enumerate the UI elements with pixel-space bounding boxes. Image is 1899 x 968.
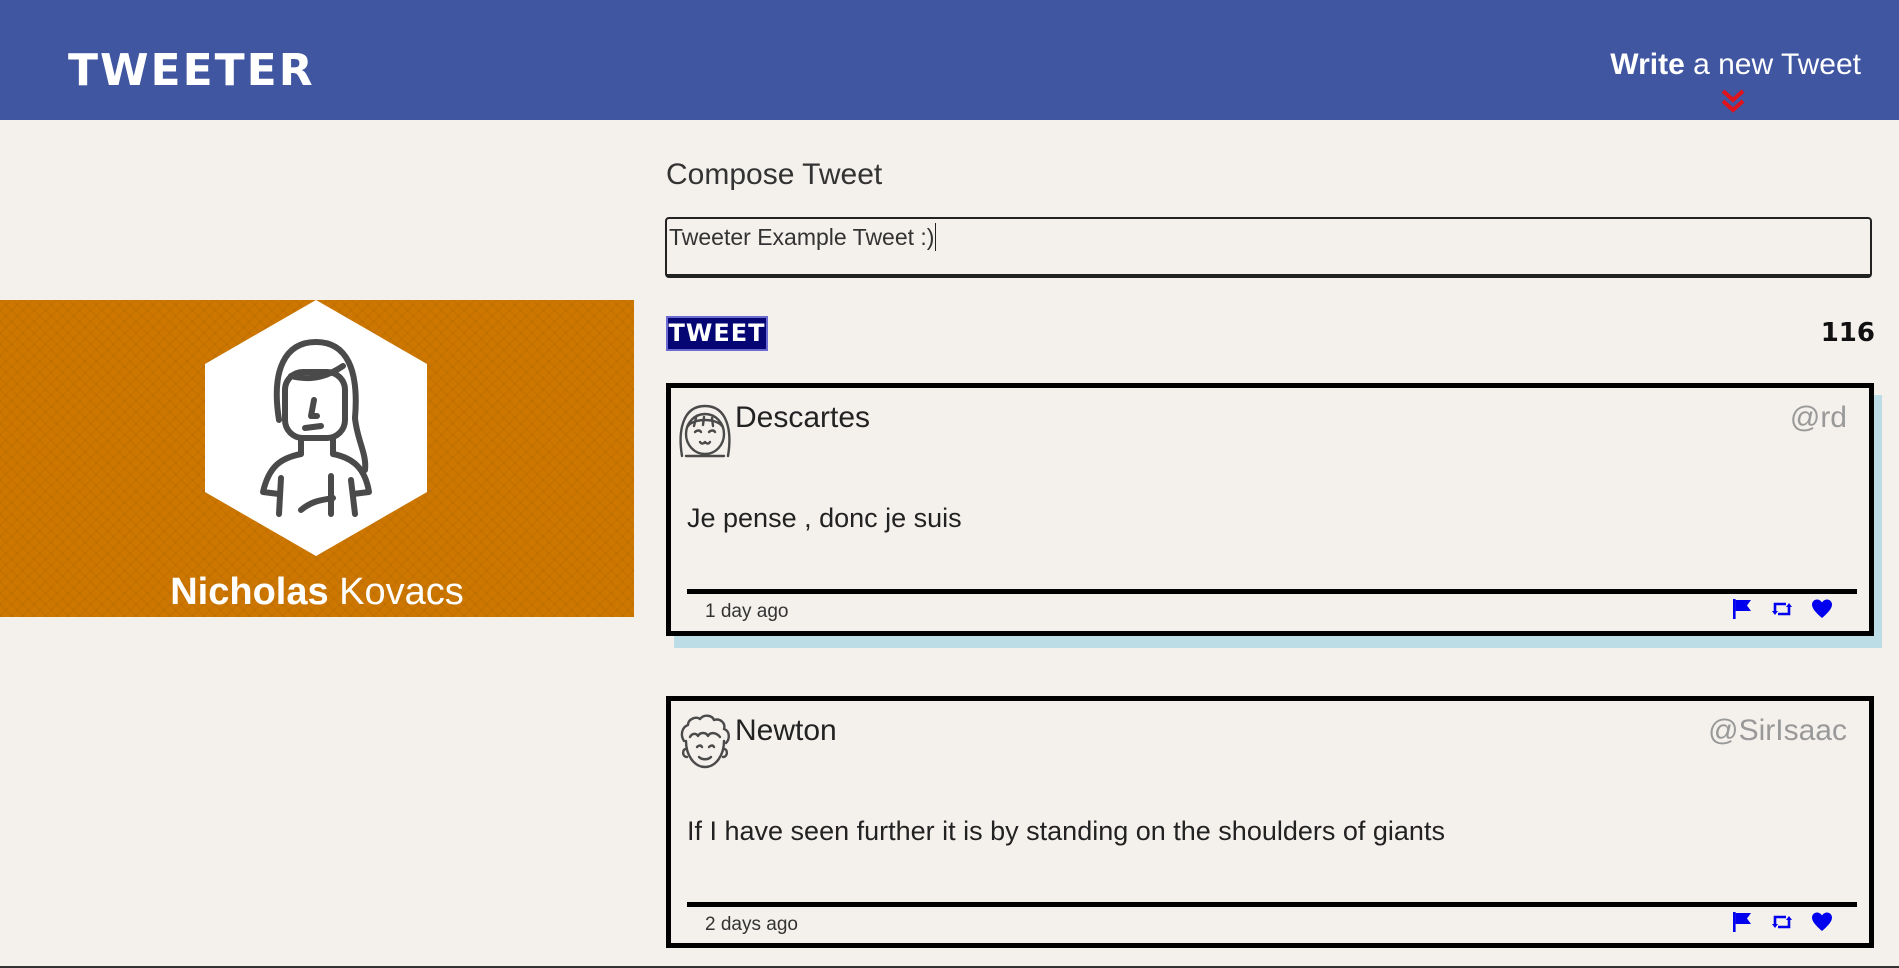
tweet-actions xyxy=(1731,596,1833,622)
tweet-card: Descartes @rd Je pense , donc je suis 1 … xyxy=(666,383,1874,636)
tweet-content: Je pense , donc je suis xyxy=(687,503,962,533)
tweet-author-name: Newton xyxy=(735,714,837,747)
tweet-content: If I have seen further it is by standing… xyxy=(687,816,1445,846)
write-link-rest: a new Tweet xyxy=(1684,48,1861,81)
double-chevron-down-icon[interactable] xyxy=(1719,88,1747,116)
profile-last-name: Kovacs xyxy=(328,571,464,613)
flag-icon[interactable] xyxy=(1731,911,1753,933)
girl-bangs-avatar-icon xyxy=(679,404,731,458)
tweet-actions xyxy=(1731,909,1833,935)
profile-avatar xyxy=(205,300,427,556)
brand-logo[interactable]: TWEETER xyxy=(68,46,315,96)
tweet-textarea[interactable]: Tweeter Example Tweet :) xyxy=(665,217,1872,278)
flag-icon[interactable] xyxy=(1731,598,1753,620)
profile-card: Nicholas Kovacs xyxy=(0,300,634,617)
heart-icon[interactable] xyxy=(1811,911,1833,933)
profile-name: Nicholas Kovacs xyxy=(0,570,634,614)
heart-icon[interactable] xyxy=(1811,598,1833,620)
write-link-strong: Write xyxy=(1610,48,1685,81)
tweet-author-handle: @SirIsaac xyxy=(1708,714,1847,747)
retweet-icon[interactable] xyxy=(1771,911,1793,933)
top-nav: TWEETER Write a new Tweet xyxy=(0,0,1899,120)
tweet-timestamp: 2 days ago xyxy=(705,914,798,935)
compose-title: Compose Tweet xyxy=(666,158,883,191)
tweet-divider xyxy=(687,902,1857,907)
text-caret xyxy=(935,223,937,251)
tweet-card: Newton @SirIsaac If I have seen further … xyxy=(666,696,1874,948)
tweet-button[interactable]: TWEET xyxy=(666,316,768,351)
character-counter: 116 xyxy=(1820,318,1875,348)
tweet-author-name: Descartes xyxy=(735,401,871,434)
tweet-textarea-value: Tweeter Example Tweet :) xyxy=(669,223,937,251)
write-new-tweet-link[interactable]: Write a new Tweet xyxy=(1610,46,1861,84)
retweet-icon[interactable] xyxy=(1771,598,1793,620)
tweet-divider xyxy=(687,589,1857,594)
tweet-timestamp: 1 day ago xyxy=(705,601,789,622)
tweet-author-handle: @rd xyxy=(1789,401,1847,434)
curly-hair-avatar-icon xyxy=(680,714,730,769)
profile-first-name: Nicholas xyxy=(170,571,329,613)
